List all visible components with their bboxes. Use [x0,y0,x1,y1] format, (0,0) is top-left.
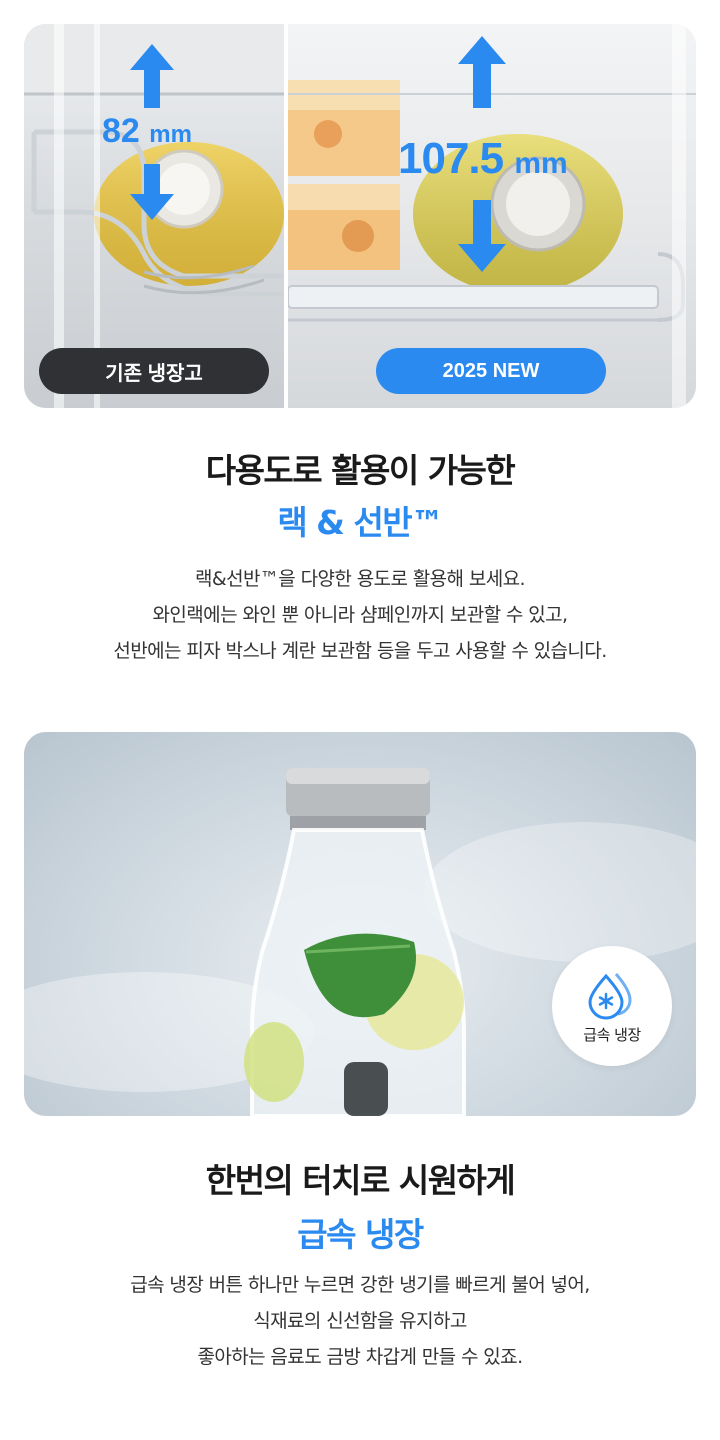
section1-title: 다용도로 활용이 가능한 [205,451,516,490]
old-fridge-tag: 기존 냉장고 [39,348,269,394]
new-fridge-tag: 2025 NEW [376,348,606,394]
section1-description: 랙&선반™을 다양한 용도로 활용해 보세요. 와인랙에는 와인 뿐 아니라 샴… [0,561,720,669]
quick-cooling-image: 급속 냉장 [24,732,696,1116]
water-drop-snowflake-icon [588,972,632,1019]
rack-comparison-image: 82 mm 기존 냉장고 107.5 mm 2025 NEW [24,24,696,408]
new-fridge-photo: 107.5 mm 2025 NEW [288,24,696,408]
description-line: 랙&선반™을 다양한 용도로 활용해 보세요. [195,568,526,590]
section2-description: 급속 냉장 버튼 하나만 누르면 강한 냉기를 빠르게 불어 넣어, 식재료의 … [0,1267,720,1375]
description-line: 선반에는 피자 박스나 계란 보관함 등을 두고 사용할 수 있습니다. [113,640,607,662]
quick-cooling-badge-label: 급속 냉장 [583,1025,641,1044]
section1-subtitle: 랙 & 선반™ [277,503,444,542]
old-fridge-photo: 82 mm 기존 냉장고 [24,24,284,408]
section2-title: 한번의 터치로 시원하게 [205,1161,516,1200]
section2-subtitle: 급속 냉장 [297,1215,424,1254]
description-line: 급속 냉장 버튼 하나만 누르면 강한 냉기를 빠르게 불어 넣어, [130,1274,590,1296]
new-height-measurement: 107.5 mm [398,134,568,183]
old-height-measurement: 82 mm [102,112,192,150]
description-line: 와인랙에는 와인 뿐 아니라 샴페인까지 보관할 수 있고, [152,604,568,626]
description-line: 좋아하는 음료도 금방 차갑게 만들 수 있죠. [197,1346,523,1368]
quick-cooling-badge: 급속 냉장 [552,946,672,1066]
description-line: 식재료의 신선함을 유지하고 [253,1310,467,1332]
